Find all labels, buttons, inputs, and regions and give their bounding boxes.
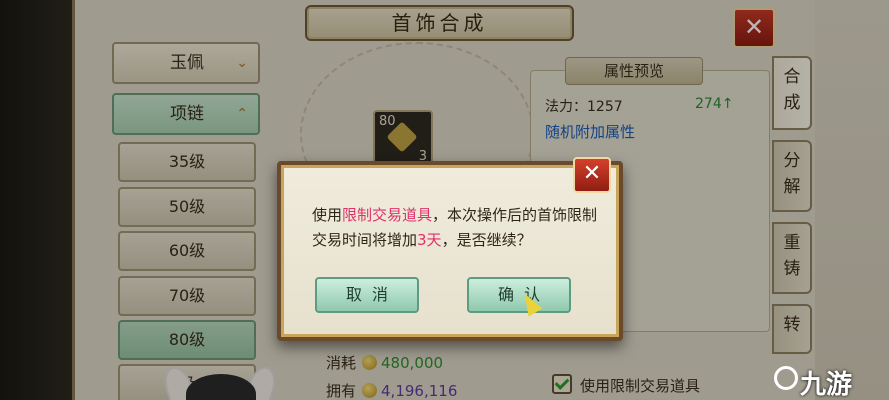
close-icon: ✕ — [582, 161, 602, 186]
message-highlight-item: 限制交易道具 — [342, 206, 433, 224]
watermark-logo-icon — [774, 366, 798, 390]
message-highlight-days: 3天 — [417, 231, 442, 249]
message-text: 使用 — [312, 206, 343, 224]
dialog-message: 使用限制交易道具，本次操作后的首饰限制交易时间将增加3天，是否继续？ — [312, 203, 602, 253]
cancel-button[interactable]: 取消 — [315, 277, 419, 313]
dialog-close-button[interactable]: ✕ — [573, 157, 611, 193]
game-screen: 首饰合成 ✕ 玉佩 ⌄ 项链 ⌃ 35级 50级 60级 70级 80级 级 8… — [0, 0, 889, 400]
cancel-label: 取消 — [345, 285, 398, 304]
watermark-text: 九游 — [800, 370, 853, 400]
confirm-button[interactable]: 确认 — [467, 277, 571, 313]
message-text: ，是否继续？ — [441, 231, 532, 249]
